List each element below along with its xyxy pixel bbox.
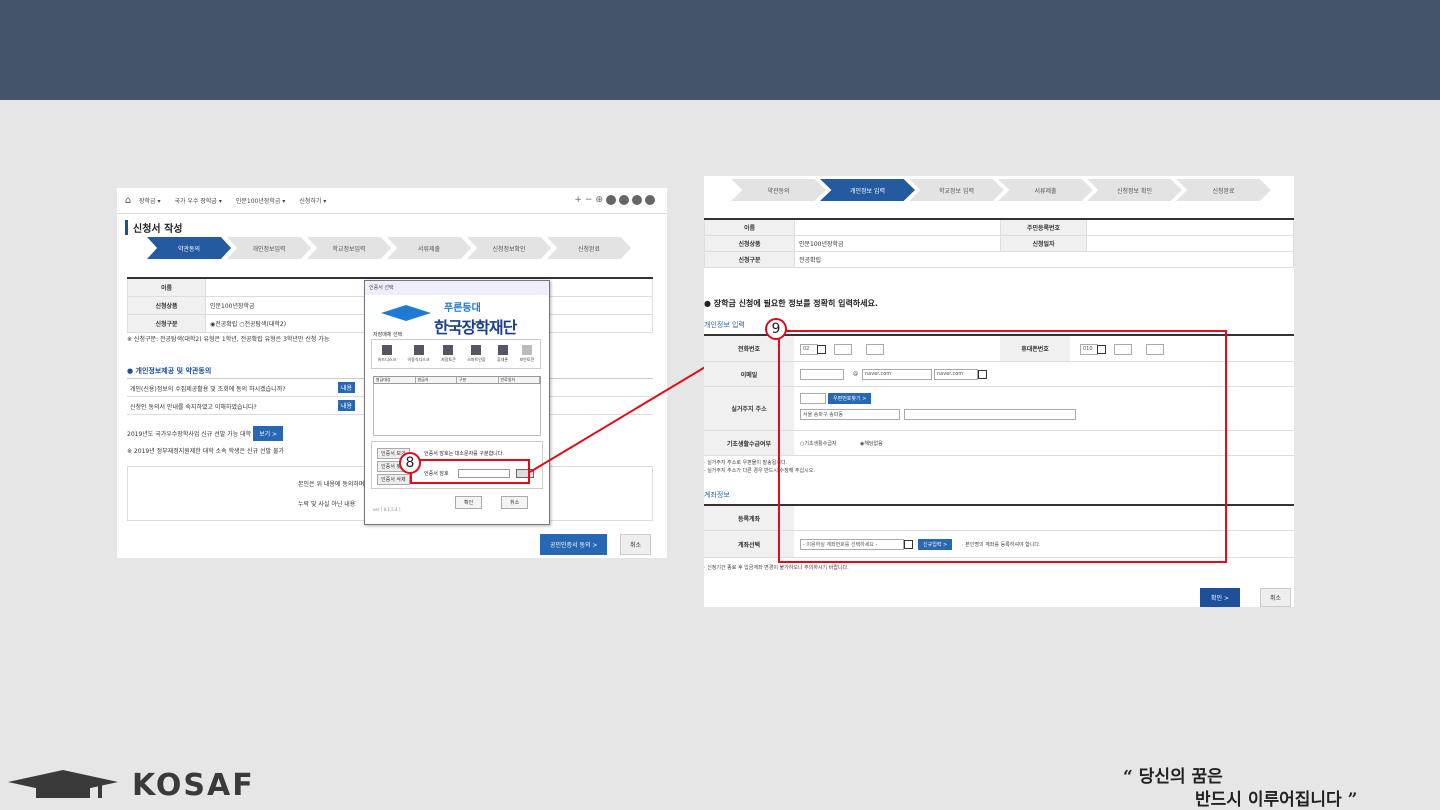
applicant-info-table: 이름 주민등록번호 신청상품 인문100년장학금 신청일자 신청구분 전공확립 (704, 218, 1294, 268)
slogan-line1: “ 당신의 꿈은 (1123, 767, 1223, 787)
table-value: 인문100년장학금 (794, 234, 1001, 252)
annotation-box-9 (778, 330, 1227, 563)
step-indicator: 약관동의 개인정보 입력 학교정보 입력 서류제출 신청정보 확인 신청완료 (731, 179, 1271, 201)
table-value (1086, 234, 1294, 252)
step-marker-9: 9 (765, 318, 787, 340)
step-complete: 신청완료 (1176, 179, 1271, 201)
slogan-line2: 반드시 이루어집니다 ” (1195, 790, 1358, 810)
note-text: 실거주지 주소로 우편물이 발송됩니다. (707, 460, 788, 466)
bottom-note: · 신청기간 종료 후 입금계좌 변경이 불가하오니 주의하시기 바랍니다. (704, 565, 849, 571)
address-note: · 실거주지 주소로 우편물이 발송됩니다. (704, 460, 788, 466)
table-label: 신청구분 (704, 250, 795, 268)
step-terms: 약관동의 (731, 179, 826, 201)
account-subtitle: 계좌정보 (704, 491, 730, 499)
slogan: “ 당신의 꿈은 반드시 이루어집니다 ” (1123, 762, 1438, 810)
table-value (794, 218, 1001, 236)
kosaf-brand-logo: KOSAF (8, 764, 278, 806)
graduation-cap-icon (8, 770, 118, 798)
table-label: 이름 (704, 218, 795, 236)
brand-name: KOSAF (132, 768, 255, 803)
table-value (1086, 218, 1294, 236)
table-label: 신청일자 (1000, 234, 1087, 252)
table-value: 전공확립 (794, 250, 1294, 268)
personal-subtitle: 개인정보 입력 (704, 321, 745, 329)
confirm-button[interactable]: 확인 > (1200, 588, 1240, 607)
section-title: ● 장학금 신청에 필요한 정보를 정확히 입력하세요. (704, 299, 878, 308)
section-title-text: 장학금 신청에 필요한 정보를 정확히 입력하세요. (713, 299, 878, 308)
table-label: 신청상품 (704, 234, 795, 252)
cancel-button[interactable]: 취소 (1260, 588, 1292, 607)
slogan-text: 반드시 이루어집니다 (1195, 790, 1342, 810)
step-school: 학교정보 입력 (909, 179, 1004, 201)
table-label: 주민등록번호 (1000, 218, 1087, 236)
step-personal: 개인정보 입력 (820, 179, 915, 201)
slogan-text: 당신의 꿈은 (1138, 767, 1223, 787)
note-text: 신청기간 종료 후 입금계좌 변경이 불가하오니 주의하시기 바랍니다. (707, 565, 849, 571)
step-review: 신청정보 확인 (1087, 179, 1182, 201)
step-documents: 서류제출 (998, 179, 1093, 201)
